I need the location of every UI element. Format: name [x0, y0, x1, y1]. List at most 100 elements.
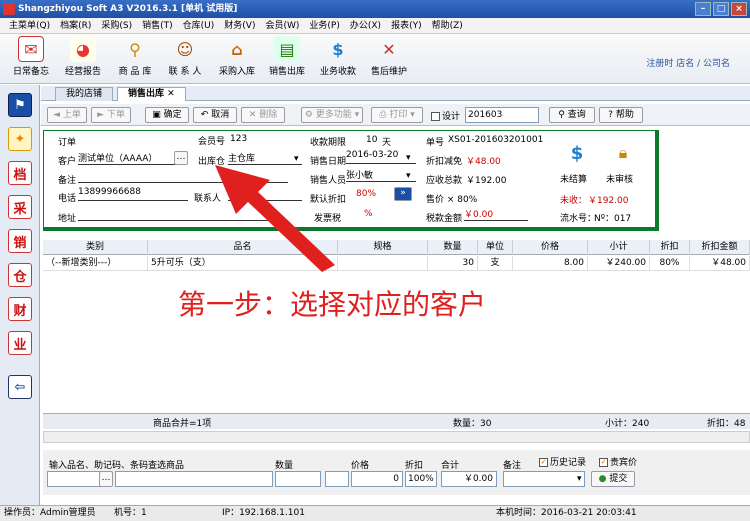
date-chevron-icon[interactable]: ▾	[406, 153, 411, 163]
report-button[interactable]: ◕ 经营报告	[58, 36, 108, 77]
sidebar-archive[interactable]: 档	[8, 161, 32, 185]
print-button[interactable]: ⎙ 打印 ▾	[371, 107, 423, 123]
cell-discount-amt[interactable]: ￥48.00	[690, 256, 750, 271]
person-icon: ☺	[176, 39, 194, 59]
col-discount[interactable]: 折扣	[650, 240, 690, 255]
term-value[interactable]: 10	[366, 135, 377, 145]
summary-qty: 数量：30	[453, 419, 492, 429]
member-value[interactable]: 123	[230, 134, 247, 144]
customer-field[interactable]: 测试单位（AAAA）	[78, 151, 176, 165]
period-input[interactable]: 201603	[465, 107, 539, 123]
vip-check-icon[interactable]: ✓	[599, 458, 608, 467]
cell-price[interactable]: 8.00	[513, 256, 588, 271]
vip-checkbox[interactable]: ✓ 贵宾价	[599, 455, 637, 468]
double-arrow-button[interactable]: »	[394, 187, 412, 201]
cell-category[interactable]: （--新增类别---）	[43, 256, 148, 271]
product-lib-button[interactable]: ⚲ 商 品 库	[110, 36, 160, 78]
table-row[interactable]: （--新增类别---） 5升可乐（支） 30 支 8.00 ￥240.00 80…	[43, 256, 750, 271]
cell-unit[interactable]: 支	[478, 256, 513, 271]
sidebar-business[interactable]: 业	[8, 331, 32, 355]
menu-business[interactable]: 业务(P)	[304, 18, 344, 33]
tab-close-icon[interactable]: ✕	[167, 89, 175, 99]
next-button[interactable]: ► 下单	[91, 107, 131, 123]
delete-button[interactable]: ✕ 删除	[241, 107, 285, 123]
col-qty[interactable]: 数量	[428, 240, 478, 255]
tab-my-store[interactable]: 我的店铺	[55, 87, 114, 101]
menu-office[interactable]: 办公(X)	[345, 18, 386, 33]
cell-discount[interactable]: 80%	[650, 256, 690, 271]
tax-value[interactable]: %	[364, 209, 373, 219]
collection-button[interactable]: $ 业务收款	[313, 36, 363, 78]
contacts-button[interactable]: ☺ 联 系 人	[160, 36, 210, 78]
submit-button[interactable]: ● 提交	[591, 471, 635, 487]
tab-sales-out[interactable]: 销售出库 ✕	[117, 87, 186, 101]
maximize-button[interactable]: □	[713, 2, 729, 16]
minimize-button[interactable]: –	[695, 2, 711, 16]
query-button[interactable]: ⚲ 查询	[549, 107, 595, 123]
exit-icon[interactable]: ⇦	[8, 375, 32, 399]
menu-purchase[interactable]: 采购(S)	[96, 18, 137, 33]
history-check-icon[interactable]: ✓	[539, 458, 548, 467]
sales-chevron-icon[interactable]: ▾	[406, 171, 411, 181]
menu-sales[interactable]: 销售(T)	[137, 18, 178, 33]
sales-out-label: 销售出库	[268, 67, 305, 77]
customer-select-button[interactable]: …	[174, 151, 188, 165]
confirm-button[interactable]: ▣ 确定	[145, 107, 189, 123]
flag-icon[interactable]: ⚑	[8, 93, 32, 117]
dollar-icon[interactable]: $	[562, 143, 592, 164]
menu-report[interactable]: 报表(Y)	[386, 18, 427, 33]
purchase-in-button[interactable]: ⌂ 采购入库	[212, 36, 262, 78]
note-chevron-icon[interactable]: ▾	[577, 474, 582, 484]
entry-price-input[interactable]: 0	[351, 471, 403, 487]
design-checkbox-box[interactable]	[431, 112, 440, 121]
entry-select-button[interactable]: …	[99, 471, 113, 487]
sidebar-purchase[interactable]: 采	[8, 195, 32, 219]
col-unit[interactable]: 单位	[478, 240, 513, 255]
design-checkbox[interactable]: 设计	[431, 109, 460, 122]
entry-extra-input[interactable]	[325, 471, 349, 487]
entry-total-input[interactable]: ￥0.00	[441, 471, 497, 487]
summary-items: 商品合并=1项	[153, 419, 212, 429]
lock-icon[interactable]: 🔒︎	[608, 143, 638, 163]
login-info[interactable]: 注册时 店名 / 公司名	[646, 56, 730, 69]
cell-qty[interactable]: 30	[428, 256, 478, 271]
taxamt-label: 税款金额	[426, 214, 463, 224]
discount-value[interactable]: 80%	[356, 189, 376, 199]
pie-chart-icon: ◕	[70, 36, 96, 62]
prev-button[interactable]: ◄ 上单	[47, 107, 87, 123]
menu-main[interactable]: 主菜单(Q)	[4, 18, 55, 33]
cell-spec[interactable]	[338, 256, 428, 271]
col-discount-amt[interactable]: 折扣金额	[690, 240, 750, 255]
entry-qty-input[interactable]	[275, 471, 321, 487]
sidebar-warehouse[interactable]: 仓	[8, 263, 32, 287]
col-spec[interactable]: 规格	[338, 240, 428, 255]
menu-finance[interactable]: 财务(V)	[219, 18, 260, 33]
cancel-button[interactable]: ↶ 取消	[193, 107, 237, 123]
annotation-arrow-icon	[215, 165, 335, 272]
memo-button[interactable]: ✉ 日常备忘	[6, 36, 56, 77]
entry-discount-input[interactable]: 100%	[405, 471, 437, 487]
menu-archive[interactable]: 档案(R)	[55, 18, 96, 33]
sidebar-finance[interactable]: 财	[8, 297, 32, 321]
bulb-icon[interactable]: ✦	[8, 127, 32, 151]
help-button[interactable]: ? 帮助	[599, 107, 643, 123]
sales-out-button[interactable]: ▤ 销售出库	[262, 36, 312, 77]
cancel-label: 取消	[211, 110, 230, 120]
sidebar-sales[interactable]: 销	[8, 229, 32, 253]
after-sales-button[interactable]: ✕ 售后维护	[364, 36, 414, 78]
menu-member[interactable]: 会员(W)	[260, 18, 304, 33]
close-button[interactable]: ×	[731, 2, 747, 16]
col-subtotal[interactable]: 小计	[588, 240, 650, 255]
entry-code-input[interactable]	[47, 471, 101, 487]
menu-help[interactable]: 帮助(Z)	[427, 18, 468, 33]
menu-warehouse[interactable]: 仓库(U)	[178, 18, 220, 33]
phone-field[interactable]: 13899966688	[78, 187, 188, 201]
col-category[interactable]: 类别	[43, 240, 148, 255]
history-checkbox[interactable]: ✓ 历史记录	[539, 455, 586, 468]
cell-subtotal[interactable]: ￥240.00	[588, 256, 650, 271]
more-button[interactable]: ⚙ 更多功能 ▾	[301, 107, 363, 123]
entry-name-input[interactable]	[115, 471, 273, 487]
entry-note-input[interactable]	[503, 471, 585, 487]
horizontal-scrollbar[interactable]	[43, 431, 750, 443]
col-price[interactable]: 价格	[513, 240, 588, 255]
